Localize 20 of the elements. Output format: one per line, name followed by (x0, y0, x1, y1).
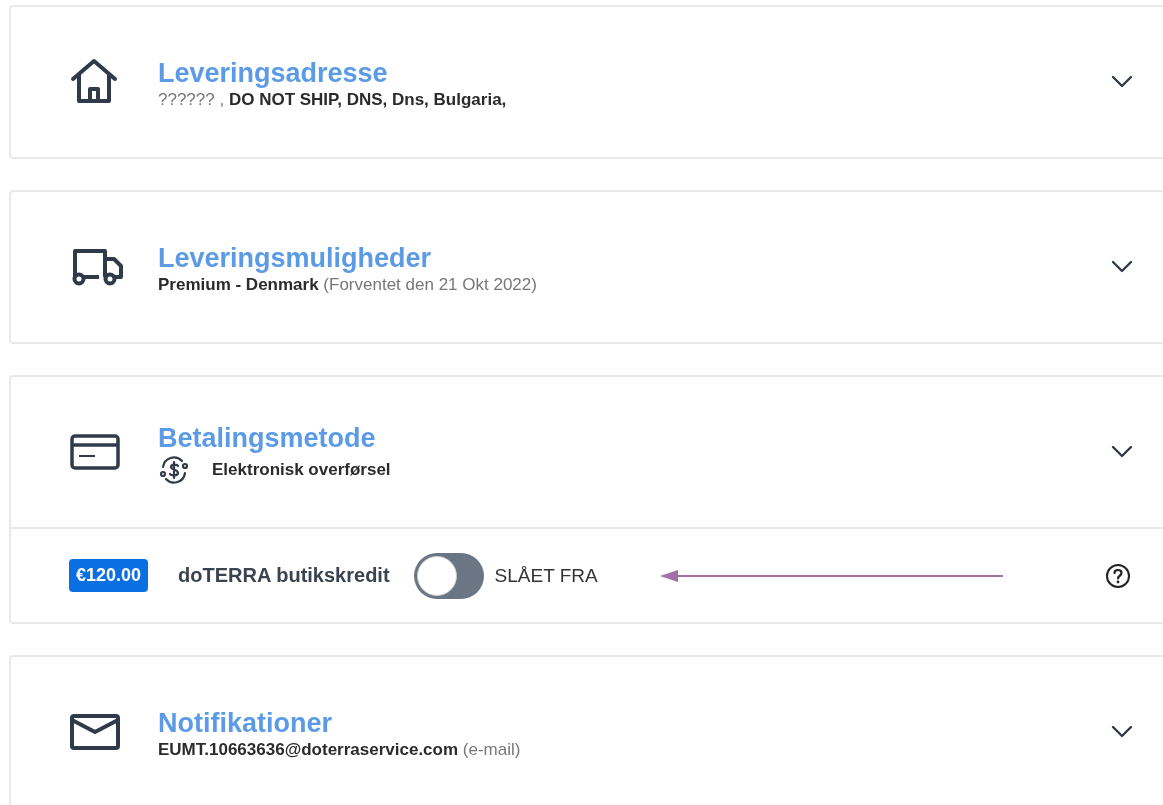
chevron-down-icon[interactable] (1111, 75, 1133, 89)
section-title[interactable]: Notifikationer (158, 707, 1111, 739)
credit-amount-badge: €120.00 (69, 559, 149, 592)
section-title[interactable]: Betalingsmetode (158, 422, 1111, 454)
chevron-down-icon[interactable] (1111, 725, 1133, 739)
toggle-label: SLÅET FRA (494, 564, 598, 587)
chevron-down-icon[interactable] (1111, 445, 1133, 459)
credit-card-icon (69, 432, 121, 472)
store-credit-label: doTERRA butikskredit (178, 564, 390, 587)
section-summary: Premium - Denmark (Forventet den 21 Okt 2022) (158, 274, 538, 296)
help-icon[interactable] (1105, 562, 1131, 589)
section-title[interactable]: Leveringsmuligheder (158, 242, 1111, 274)
envelope-icon (69, 712, 121, 752)
section-summary: EUMT.10663636@doterraservice.com (e-mail) (158, 739, 522, 761)
section-summary: ?????? , DO NOT SHIP, DNS, Dns, Bulgaria, (158, 89, 508, 111)
section-title[interactable]: Leveringsadresse (158, 57, 1111, 89)
dollar-exchange-icon (158, 454, 190, 486)
payment-method: Elektronisk overførsel (212, 460, 391, 480)
toggle-switch[interactable] (413, 552, 484, 599)
chevron-down-icon[interactable] (1111, 260, 1133, 274)
